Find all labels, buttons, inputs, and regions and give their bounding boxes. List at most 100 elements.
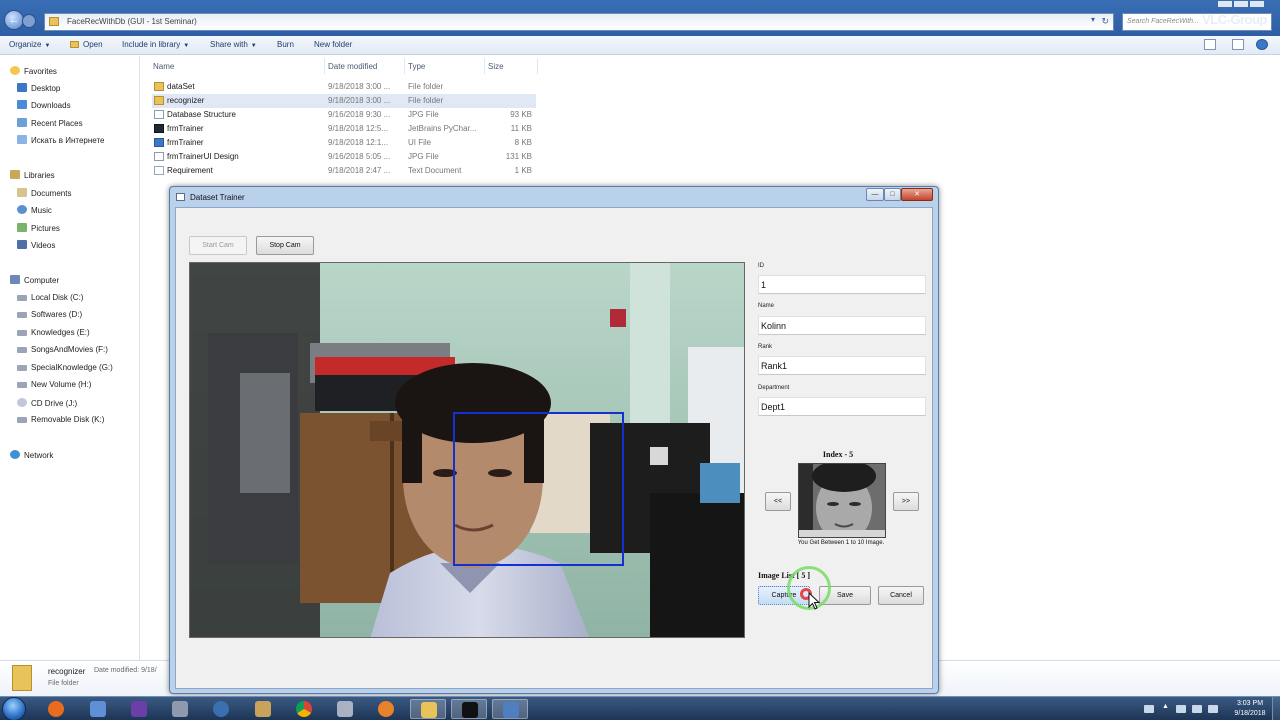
star-icon	[10, 66, 20, 75]
sidebar-item-search-web[interactable]: Искать в Интернете	[17, 135, 105, 147]
sidebar-item-songs-f[interactable]: SongsAndMovies (F:)	[17, 345, 108, 357]
open-button[interactable]: Open	[70, 40, 103, 49]
stop-cam-button[interactable]: Stop Cam	[256, 236, 314, 255]
column-divider	[324, 58, 325, 74]
close-icon[interactable]: ✕	[901, 188, 933, 201]
department-field[interactable]: Dept1	[758, 397, 926, 416]
taskbar-chrome[interactable]	[286, 699, 322, 719]
drive-icon	[17, 365, 27, 371]
taskbar-console[interactable]	[451, 699, 487, 719]
sidebar-item-network[interactable]: Network	[10, 450, 53, 462]
sidebar-item-music[interactable]: Music	[17, 205, 52, 217]
sidebar-label: Computer	[24, 276, 60, 285]
volume-icon[interactable]	[1208, 705, 1218, 713]
include-in-library-button[interactable]: Include in library ▼	[122, 40, 189, 49]
maximize-icon[interactable]: □	[884, 188, 901, 201]
address-bar[interactable]: FaceRecWithDb (GUI - 1st Seminar) ▾ ↻	[44, 13, 1114, 31]
music-icon	[17, 205, 27, 214]
sidebar-item-documents[interactable]: Documents	[17, 188, 71, 200]
table-row[interactable]: frmTrainer 9/18/2018 12:1... UI File 8 K…	[152, 136, 536, 150]
usb-drive-icon	[17, 417, 27, 423]
column-header-size[interactable]: Size	[488, 62, 504, 71]
taskbar-tool[interactable]	[162, 699, 198, 719]
column-header-type[interactable]: Type	[408, 62, 425, 71]
next-image-button[interactable]: >>	[893, 492, 919, 511]
file-date: 9/18/2018 3:00 ...	[328, 96, 391, 105]
preview-pane-icon[interactable]	[1232, 39, 1244, 50]
name-field[interactable]: Kolinn	[758, 316, 926, 335]
sidebar-item-removable-k[interactable]: Removable Disk (K:)	[17, 415, 104, 427]
flag-icon[interactable]	[1176, 705, 1186, 713]
keyboard-icon[interactable]	[1144, 705, 1154, 713]
sidebar-item-recent-places[interactable]: Recent Places	[17, 118, 83, 130]
window-controls[interactable]	[1216, 0, 1276, 8]
address-path[interactable]: FaceRecWithDb (GUI - 1st Seminar)	[67, 17, 197, 26]
cancel-button[interactable]: Cancel	[878, 586, 924, 605]
table-row[interactable]: dataSet 9/18/2018 3:00 ... File folder	[152, 80, 536, 94]
taskbar-python[interactable]	[203, 699, 239, 719]
sidebar-item-softwares-d[interactable]: Softwares (D:)	[17, 310, 82, 322]
taskbar-utility[interactable]	[245, 699, 281, 719]
network-tray-icon[interactable]	[1192, 705, 1202, 713]
column-header-date-modified[interactable]: Date modified	[328, 62, 377, 71]
id-field[interactable]: 1	[758, 275, 926, 294]
chevron-down-icon[interactable]: ▾	[1091, 15, 1095, 24]
view-controls	[1204, 38, 1274, 52]
sidebar-item-pictures[interactable]: Pictures	[17, 223, 60, 235]
taskbar-visual-studio[interactable]	[121, 699, 157, 719]
file-name: Database Structure	[167, 110, 236, 119]
taskbar-firefox[interactable]	[38, 699, 74, 719]
back-arrow-icon[interactable]: ←	[4, 10, 24, 30]
sidebar-item-cd-drive-j[interactable]: CD Drive (J:)	[17, 398, 77, 410]
refresh-icon[interactable]: ↻	[1101, 16, 1109, 27]
view-options-icon[interactable]	[1204, 39, 1216, 50]
table-row[interactable]: frmTrainer 9/18/2018 12:5... JetBrains P…	[152, 122, 536, 136]
close-icon[interactable]	[1250, 1, 1264, 7]
file-name: dataSet	[167, 82, 195, 91]
sidebar-item-local-disk-c[interactable]: Local Disk (C:)	[17, 293, 83, 305]
tray-expand-icon[interactable]: ▲	[1162, 703, 1169, 711]
table-row[interactable]: Database Structure 9/16/2018 9:30 ... JP…	[152, 108, 536, 122]
start-button-icon[interactable]	[2, 697, 26, 720]
rank-field[interactable]: Rank1	[758, 356, 926, 375]
new-folder-button[interactable]: New folder	[314, 40, 352, 49]
maximize-icon[interactable]	[1234, 1, 1248, 7]
taskbar-media-player[interactable]	[368, 699, 404, 719]
clock-date[interactable]: 9/18/2018	[1228, 710, 1272, 717]
file-type: JPG File	[408, 110, 439, 119]
table-row[interactable]: recognizer 9/18/2018 3:00 ... File folde…	[152, 94, 536, 108]
organize-button[interactable]: Organize ▼	[9, 40, 50, 49]
column-header-name[interactable]: Name	[153, 62, 174, 71]
clock-time[interactable]: 3:03 PM	[1228, 700, 1272, 707]
sidebar-item-libraries[interactable]: Libraries	[10, 170, 55, 182]
help-icon[interactable]	[1256, 39, 1268, 50]
sidebar-item-desktop[interactable]: Desktop	[17, 83, 60, 95]
visual-studio-icon	[131, 701, 147, 717]
taskbar-python-app[interactable]	[492, 699, 528, 719]
previous-image-button[interactable]: <<	[765, 492, 791, 511]
sidebar-item-computer[interactable]: Computer	[10, 275, 59, 287]
sidebar-item-knowledges-e[interactable]: Knowledges (E:)	[17, 328, 90, 340]
table-row[interactable]: Requirement 9/18/2018 2:47 ... Text Docu…	[152, 164, 536, 178]
taskbar-office[interactable]	[80, 699, 116, 719]
share-with-button[interactable]: Share with ▼	[210, 40, 257, 49]
burn-button[interactable]: Burn	[277, 40, 294, 49]
start-cam-button[interactable]: Start Cam	[189, 236, 247, 255]
rank-label: Rank	[758, 344, 773, 350]
sidebar-item-new-volume-h[interactable]: New Volume (H:)	[17, 380, 91, 392]
include-in-library-label: Include in library	[122, 40, 181, 49]
taskbar-database[interactable]	[327, 699, 363, 719]
minimize-icon[interactable]	[1218, 1, 1232, 7]
sidebar-item-favorites[interactable]: Favorites	[10, 66, 57, 78]
table-row[interactable]: frmTrainerUI Design 9/16/2018 5:05 ... J…	[152, 150, 536, 164]
libraries-icon	[10, 170, 20, 179]
minimize-icon[interactable]: —	[866, 188, 884, 201]
sidebar-item-downloads[interactable]: Downloads	[17, 100, 71, 112]
show-desktop-button[interactable]	[1272, 697, 1280, 720]
sidebar-label: CD Drive (J:)	[31, 399, 78, 408]
sidebar-item-special-g[interactable]: SpecialKnowledge (G:)	[17, 363, 113, 375]
sidebar-label: Music	[31, 206, 52, 215]
sidebar-item-videos[interactable]: Videos	[17, 240, 55, 252]
taskbar-explorer[interactable]	[410, 699, 446, 719]
forward-arrow-icon[interactable]	[22, 14, 36, 28]
